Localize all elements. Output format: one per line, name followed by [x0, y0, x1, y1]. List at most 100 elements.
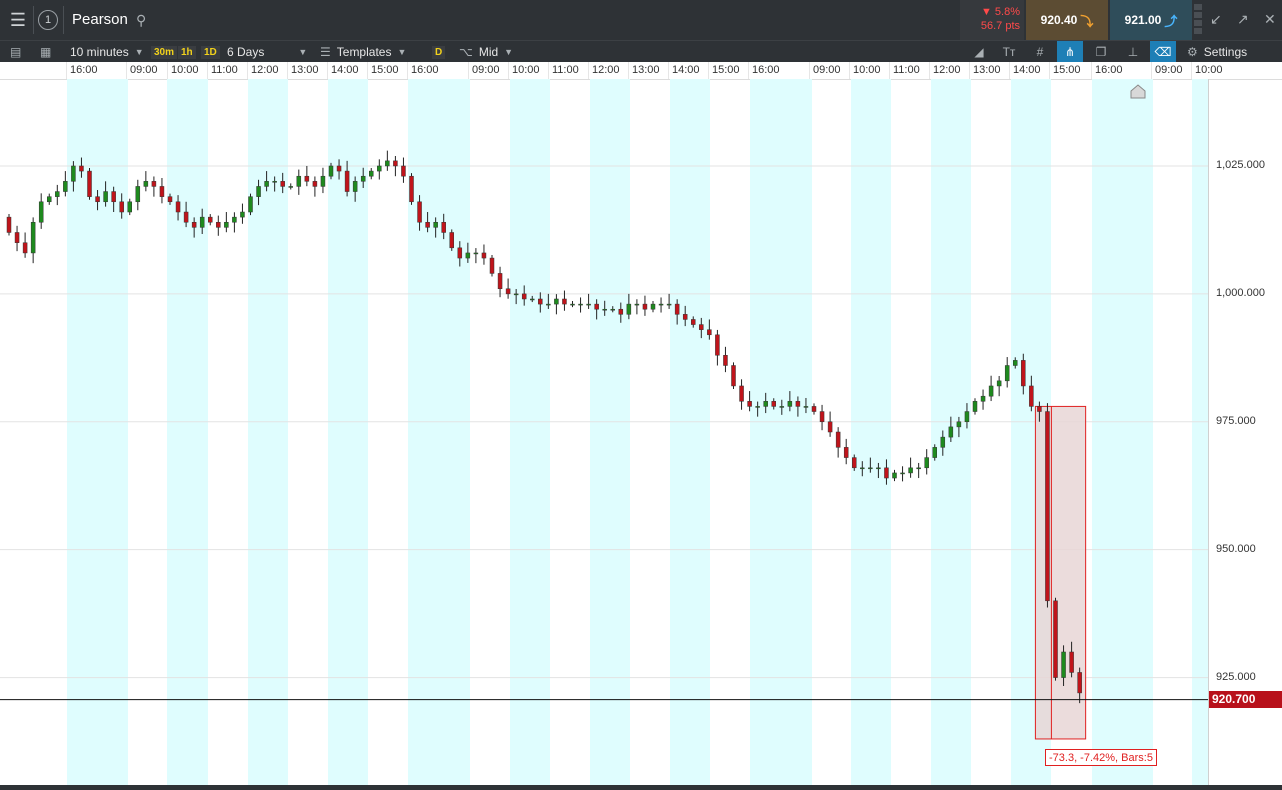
time-tick-line	[708, 62, 709, 79]
candle	[369, 168, 374, 180]
candle	[127, 198, 132, 216]
candle	[22, 232, 28, 258]
candle-down-body	[6, 216, 12, 233]
candle	[224, 212, 229, 233]
candle	[489, 254, 495, 277]
search-icon[interactable]: ⚲	[136, 12, 146, 29]
settings-button[interactable]: ⚙ Settings	[1187, 41, 1247, 63]
quick-interval-1d[interactable]: 1D	[201, 41, 220, 63]
candle-down-body	[167, 196, 173, 203]
candle-up-body	[988, 385, 994, 397]
time-tick-line	[548, 62, 549, 79]
crosshair-icon[interactable]: ⋔	[1057, 41, 1083, 63]
close-icon[interactable]: ✕	[1264, 11, 1276, 28]
time-tick-line	[1151, 62, 1152, 79]
price-chart[interactable]	[0, 79, 1282, 785]
sell-button[interactable]: 920.40 ⤵	[1026, 0, 1108, 40]
text-tool-icon[interactable]: Tᴛ	[996, 41, 1022, 63]
candle-down-body	[505, 288, 511, 295]
sell-price: 920.40	[1040, 13, 1078, 27]
time-tick-line	[628, 62, 629, 79]
candle-down-body	[191, 221, 197, 228]
indicator-icon[interactable]: ⊥	[1120, 41, 1146, 63]
time-axis-label: 16:00	[1095, 64, 1123, 76]
price-type-dropdown[interactable]: ⌥ Mid ▼	[459, 41, 513, 63]
buy-button[interactable]: 921.00 ⤴	[1110, 0, 1192, 40]
instrument-number-badge[interactable]: 1	[38, 10, 58, 30]
candle	[916, 462, 921, 479]
layout-icon[interactable]: ▦	[40, 41, 51, 63]
time-tick-line	[1009, 62, 1010, 79]
candle	[30, 217, 36, 264]
time-tick-line	[588, 62, 589, 79]
candle-up-body	[232, 216, 237, 223]
candle	[1004, 357, 1010, 388]
candle-up-body	[578, 303, 583, 306]
candle-up-body	[47, 196, 52, 203]
candle-up-body	[288, 186, 293, 188]
collapse-icon[interactable]: ↙	[1210, 11, 1222, 28]
buy-price: 921.00	[1124, 13, 1162, 27]
quick-interval-1h[interactable]: 1h	[178, 41, 196, 63]
session-band	[408, 79, 470, 785]
candle-up-body	[256, 186, 261, 197]
time-axis-label: 09:00	[1155, 64, 1183, 76]
hamburger-menu-icon[interactable]: ☰	[4, 6, 32, 34]
depth-bars-icon[interactable]	[1194, 4, 1202, 36]
candle	[312, 176, 318, 197]
candle-up-body	[465, 252, 471, 259]
candle-down-body	[95, 196, 100, 203]
candle	[497, 266, 503, 298]
list-icon[interactable]: ▤	[10, 41, 21, 63]
time-axis-label: 16:00	[70, 64, 98, 76]
candle-down-body	[884, 467, 889, 479]
candle-down-body	[393, 160, 398, 167]
candle-up-body	[763, 401, 768, 407]
time-tick-line	[407, 62, 408, 79]
quick-interval-30m[interactable]: 30m	[151, 41, 178, 63]
layers-icon[interactable]: ❐	[1088, 41, 1114, 63]
time-tick-line	[1191, 62, 1192, 79]
candle-up-body	[570, 303, 575, 306]
time-tick-line	[468, 62, 469, 79]
symbol-name[interactable]: Pearson	[72, 11, 128, 28]
candle-down-body	[707, 329, 712, 336]
arrow-down-icon: ⤵	[1080, 13, 1094, 29]
candle-down-body	[691, 319, 696, 325]
candle-down-body	[216, 221, 221, 228]
chevron-down-icon: ▼	[397, 47, 407, 57]
candle	[843, 438, 849, 465]
candle-up-body	[103, 191, 108, 203]
time-tick-line	[66, 62, 67, 79]
candle-down-body	[87, 170, 92, 197]
popout-icon[interactable]: ↗	[1237, 11, 1249, 28]
candle	[47, 193, 52, 205]
candle-up-body	[224, 221, 229, 228]
candle-up-body	[650, 303, 656, 310]
candle-up-body	[433, 221, 438, 228]
candle-down-body	[538, 298, 543, 305]
candle-down-body	[497, 273, 503, 290]
candle	[288, 183, 293, 190]
d-button[interactable]: D	[432, 41, 446, 63]
time-tick-line	[748, 62, 749, 79]
templates-dropdown[interactable]: ☰ Templates ▼	[320, 41, 406, 63]
candle-down-body	[1037, 406, 1042, 412]
interval-dropdown[interactable]: 10 minutes ▼	[70, 41, 144, 63]
candle	[38, 193, 44, 229]
candle-up-body	[940, 436, 946, 448]
price-change-box: ▼ 5.8% 56.7 pts	[960, 0, 1024, 40]
draw-line-icon[interactable]: ◢	[966, 41, 992, 63]
candle-up-body	[916, 467, 921, 470]
candle	[296, 169, 302, 195]
candle	[924, 449, 929, 475]
chevron-down-icon: ▼	[504, 47, 514, 57]
candle	[393, 155, 398, 177]
candle-up-body	[755, 406, 760, 408]
candle-down-body	[618, 308, 624, 315]
time-axis-label: 13:00	[973, 64, 1001, 76]
range-dropdown[interactable]: 6 Days ▼	[227, 41, 307, 63]
candle-up-body	[352, 181, 358, 192]
measure-tool-icon[interactable]: ⌫	[1150, 41, 1176, 63]
grid-icon[interactable]: #	[1027, 41, 1053, 63]
